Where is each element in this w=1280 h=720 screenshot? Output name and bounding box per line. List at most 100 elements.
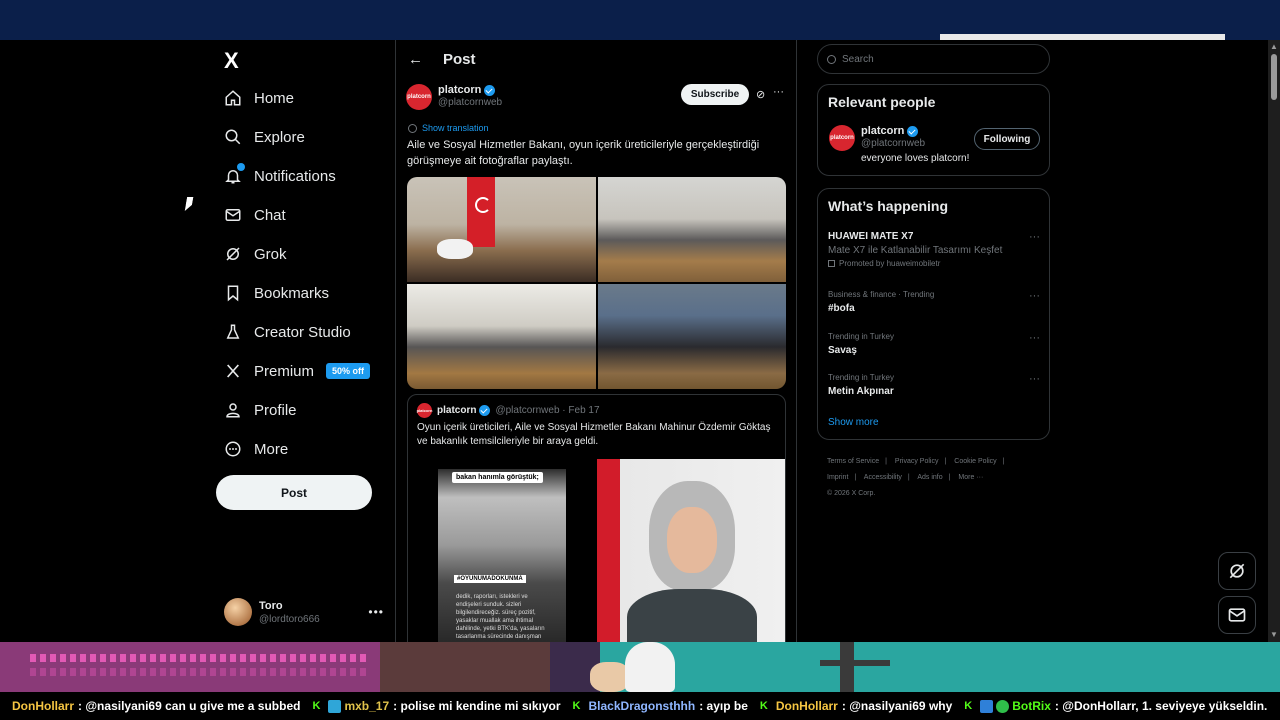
- nav-label-explore: Explore: [254, 128, 305, 146]
- kick-icon: K: [759, 700, 768, 712]
- post-button[interactable]: Post: [216, 475, 372, 510]
- flask-icon: [220, 319, 246, 345]
- x-icon: [220, 358, 246, 384]
- more-horizontal-icon[interactable]: ···: [773, 86, 784, 98]
- trend-name: Savaş: [828, 345, 857, 356]
- more-horizontal-icon[interactable]: ···: [1029, 373, 1040, 385]
- post-photo-4[interactable]: [597, 284, 786, 389]
- notification-dot: [237, 163, 245, 171]
- quoted-author-name: platcorn: [437, 405, 477, 416]
- footer-ads-info[interactable]: Ads info: [917, 474, 942, 481]
- author-name-row[interactable]: platcorn: [438, 84, 502, 96]
- nav-label-grok: Grok: [254, 245, 287, 263]
- post-photo-3[interactable]: [407, 284, 596, 389]
- nav-item-home[interactable]: Home: [220, 80, 294, 116]
- nav-label-chat: Chat: [254, 206, 286, 224]
- more-dots-icon[interactable]: •••: [368, 605, 384, 619]
- search-box[interactable]: [817, 44, 1050, 74]
- x-logo[interactable]: X: [224, 48, 239, 74]
- stream-chat-ticker: DonHollarr: @nasilyani69 can u give me a…: [0, 692, 1280, 720]
- footer-cookie[interactable]: Cookie Policy: [954, 458, 996, 465]
- trend-item[interactable]: HUAWEI MATE X7 Mate X7 ile Katlanabilir …: [828, 231, 1040, 268]
- post-author[interactable]: platcorn platcorn @platcornweb: [406, 84, 502, 110]
- nav-item-notifications[interactable]: Notifications: [220, 158, 336, 194]
- scrollbar-thumb[interactable]: [1271, 54, 1277, 100]
- quoted-photo-2[interactable]: [597, 459, 785, 642]
- trend-category: Trending in Turkey: [828, 373, 894, 382]
- footer-more[interactable]: More ···: [958, 474, 983, 481]
- post-photo-1[interactable]: [407, 177, 596, 282]
- relevant-person-info[interactable]: platcorn @platcornweb everyone loves pla…: [861, 125, 969, 164]
- nav-item-chat[interactable]: Chat: [220, 197, 286, 233]
- footer-privacy[interactable]: Privacy Policy: [895, 458, 939, 465]
- quoted-meta: @platcornweb · Feb 17: [495, 405, 600, 416]
- chat-text: polise mi kendine mi sıkıyor: [400, 699, 561, 713]
- scroll-up-arrow-icon[interactable]: ▲: [1270, 42, 1278, 51]
- footer-links: Terms of Service | Privacy Policy | Cookie…: [827, 454, 1047, 502]
- following-button[interactable]: Following: [974, 128, 1040, 150]
- nav-label-premium: Premium: [254, 362, 315, 380]
- chat-message: mxb_17: polise mi kendine mi sıkıyor: [328, 699, 561, 713]
- photo-hashtag: #OYUNUMADOKUNMA: [454, 575, 526, 583]
- footer-imprint[interactable]: Imprint: [827, 474, 848, 481]
- grok-icon[interactable]: ⊘: [756, 88, 765, 101]
- chat-username: DonHollarr: [12, 699, 75, 713]
- scroll-down-arrow-icon[interactable]: ▼: [1270, 630, 1278, 639]
- author-name: platcorn: [438, 84, 482, 96]
- promoted-label: Promoted by huaweimobiletr: [839, 259, 941, 268]
- quoted-post[interactable]: platcorn platcorn @platcornweb · Feb 17 …: [407, 394, 786, 642]
- footer-sep: |: [885, 458, 887, 465]
- show-translation-link[interactable]: Show translation: [408, 123, 489, 133]
- verified-badge-icon: [479, 405, 491, 416]
- footer-copyright: © 2026 X Corp.: [827, 490, 876, 497]
- author-avatar[interactable]: platcorn: [406, 84, 432, 110]
- post-photo-2[interactable]: [597, 177, 786, 282]
- grok-icon: [1229, 563, 1245, 579]
- search-input[interactable]: [842, 53, 1022, 65]
- relevant-person-bio: everyone loves platcorn!: [861, 153, 970, 164]
- chat-username: DonHollarr: [775, 699, 838, 713]
- grok-float-button[interactable]: [1218, 552, 1256, 590]
- chat-text: @nasilyani69 can u give me a subbed: [85, 699, 301, 713]
- person-icon: [220, 397, 246, 423]
- nav-item-bookmarks[interactable]: Bookmarks: [220, 275, 329, 311]
- page-scrollbar[interactable]: ▲ ▼: [1268, 40, 1280, 642]
- footer-sep: |: [1002, 458, 1005, 465]
- trend-item[interactable]: Trending in Turkey Savaş ···: [828, 332, 1040, 356]
- post-photo-grid: [407, 177, 786, 389]
- photo-caption: bakan hanımla görüştük;: [452, 472, 543, 483]
- show-more-link[interactable]: Show more: [828, 417, 879, 428]
- more-horizontal-icon[interactable]: ···: [1029, 332, 1040, 344]
- nav-item-profile[interactable]: Profile: [220, 392, 297, 428]
- more-horizontal-icon[interactable]: ···: [1029, 290, 1040, 302]
- game-sprite-hand: [590, 662, 630, 692]
- nav-item-premium[interactable]: Premium 50% off: [220, 353, 371, 389]
- nav-item-more[interactable]: More: [220, 431, 288, 467]
- footer-terms[interactable]: Terms of Service: [827, 458, 879, 465]
- back-arrow-icon[interactable]: ←: [408, 51, 423, 68]
- flowers-image: [437, 239, 473, 259]
- user-badge-icon: [980, 699, 994, 713]
- photo-note: dedik, raporları, istekleri ve endişeler…: [456, 594, 545, 640]
- nav-item-creator-studio[interactable]: Creator Studio: [220, 314, 351, 350]
- quoted-photo-1[interactable]: bakan hanımla görüştük; #OYUNUMADOKUNMA …: [438, 469, 566, 642]
- more-horizontal-icon[interactable]: ···: [1029, 231, 1040, 243]
- nav-label-home: Home: [254, 89, 295, 107]
- quoted-post-header: platcorn platcorn @platcornweb · Feb 17: [417, 403, 600, 418]
- nav-item-explore[interactable]: Explore: [220, 119, 305, 155]
- trend-item[interactable]: Business & finance · Trending #bofa ···: [828, 290, 1040, 314]
- subscribe-button[interactable]: Subscribe: [681, 84, 749, 105]
- account-switcher[interactable]: Toro @lordtoro666 •••: [224, 595, 384, 629]
- relevant-person-avatar[interactable]: platcorn: [829, 125, 855, 151]
- game-brown-block: [380, 642, 550, 692]
- relevant-person-name: platcorn: [861, 125, 905, 137]
- kick-icon: K: [312, 700, 321, 712]
- footer-accessibility[interactable]: Accessibility: [864, 474, 902, 481]
- trend-promoted: Promoted by huaweimobiletr: [828, 259, 1038, 268]
- premium-discount-badge: 50% off: [326, 363, 371, 379]
- messages-float-button[interactable]: [1218, 596, 1256, 634]
- mail-icon: [1228, 608, 1246, 622]
- nav-item-grok[interactable]: Grok: [220, 236, 287, 272]
- game-sprite-ghost: [625, 642, 675, 692]
- trend-item[interactable]: Trending in Turkey Metin Akpınar ···: [828, 373, 1040, 397]
